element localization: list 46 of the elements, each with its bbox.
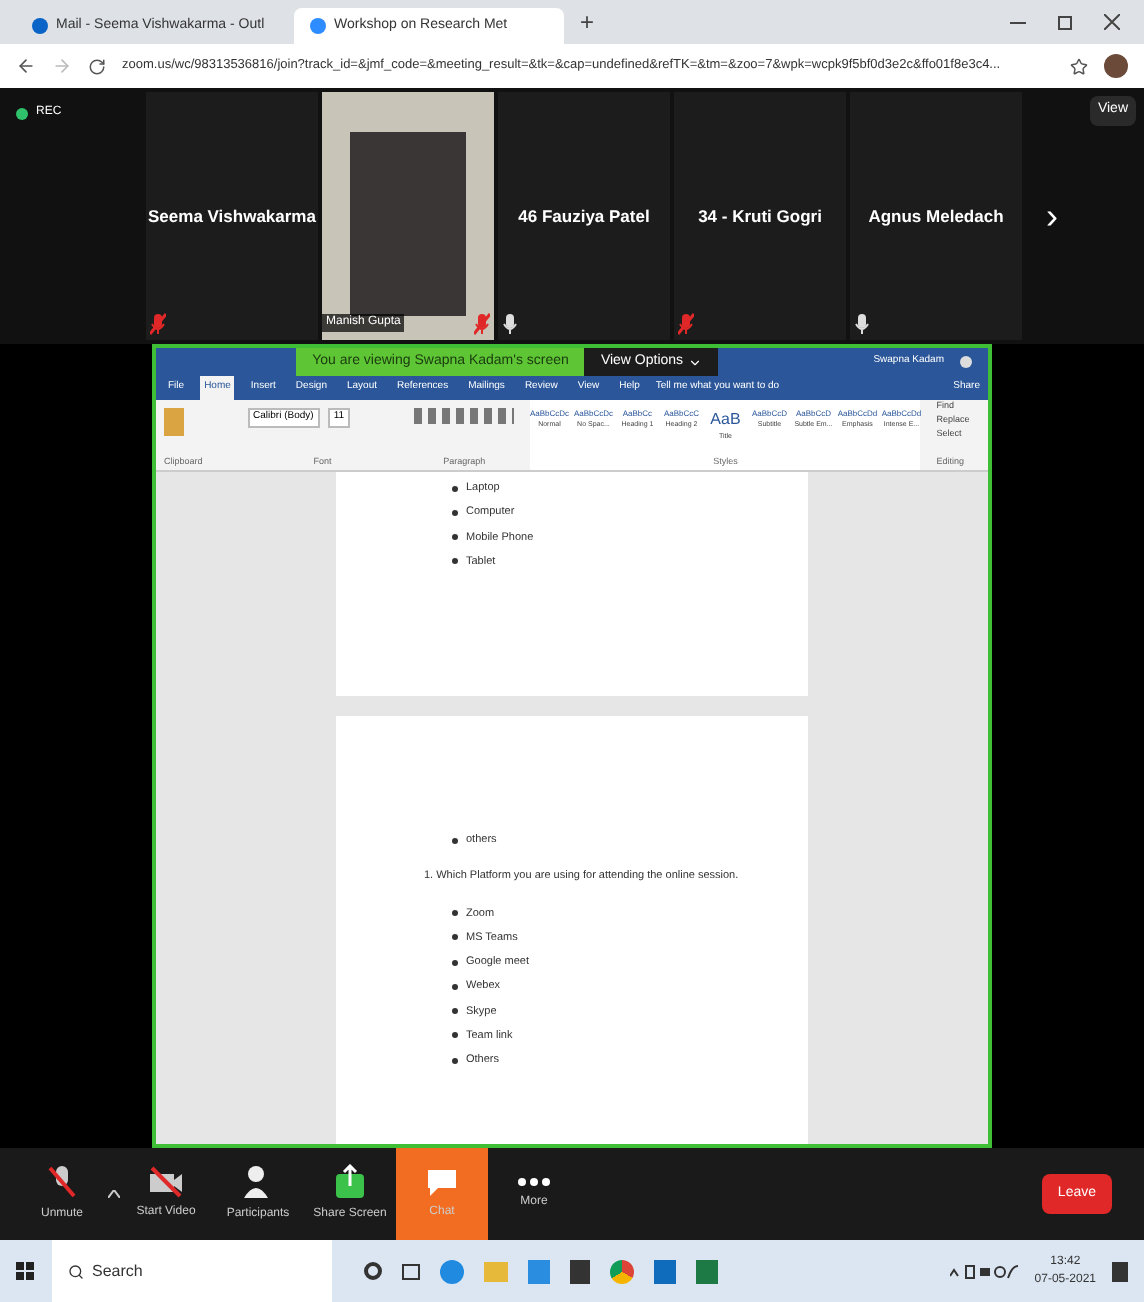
- mic-icon: [502, 312, 518, 336]
- tab-favicon-icon: [32, 18, 48, 34]
- reload-icon[interactable]: [88, 57, 106, 75]
- participant-name: Seema Vishwakarma: [148, 203, 316, 229]
- taskbar-search-field[interactable]: Search: [52, 1240, 332, 1302]
- more-icon: [516, 1176, 552, 1188]
- bullet-icon: [452, 837, 458, 844]
- bullet-icon: [452, 910, 458, 917]
- star-icon[interactable]: [1070, 57, 1088, 75]
- participant-name: Agnus Meledach: [868, 203, 1004, 229]
- next-page-button[interactable]: ›: [1046, 189, 1058, 243]
- bullet-icon: [452, 485, 458, 492]
- share-screen-icon: [334, 1164, 366, 1200]
- bullet-icon: [452, 934, 458, 941]
- system-tray-icons[interactable]: [950, 1263, 1019, 1279]
- participant-name: 34 - Kruti Gogri: [698, 203, 822, 229]
- bullet-icon: [452, 983, 458, 990]
- new-tab-button[interactable]: +: [572, 4, 603, 40]
- cortana-icon[interactable]: [364, 1262, 382, 1280]
- task-view-icon[interactable]: [402, 1263, 420, 1279]
- bullet-icon: [452, 1032, 458, 1039]
- restore-icon[interactable]: [1058, 16, 1072, 30]
- mic-icon: [854, 312, 870, 336]
- video-off-icon: [148, 1166, 184, 1198]
- chat-icon: [424, 1166, 460, 1198]
- participant-name: 46 Fauziya Patel: [518, 203, 650, 229]
- bullet-icon: [452, 558, 458, 565]
- close-icon[interactable]: [1104, 14, 1120, 30]
- tab-favicon-icon: [310, 18, 326, 34]
- chevron-down-icon: [687, 355, 702, 369]
- user-avatar: [960, 356, 972, 368]
- bullet-icon: [452, 959, 458, 966]
- search-icon: [68, 1263, 84, 1279]
- windows-start-icon[interactable]: [16, 1261, 36, 1281]
- bullet-icon: [452, 1057, 458, 1064]
- muted-mic-icon: [150, 312, 166, 336]
- bullet-icon: [452, 534, 458, 541]
- style-preview[interactable]: AaB: [710, 408, 741, 432]
- bullet-icon: [452, 509, 458, 516]
- muted-mic-icon: [474, 312, 490, 336]
- back-icon[interactable]: [16, 56, 36, 76]
- caret-icon[interactable]: [108, 1190, 120, 1198]
- profile-avatar[interactable]: [1104, 54, 1128, 78]
- muted-mic-icon: [46, 1164, 78, 1200]
- bullet-icon: [452, 1008, 458, 1015]
- muted-mic-icon: [678, 312, 694, 336]
